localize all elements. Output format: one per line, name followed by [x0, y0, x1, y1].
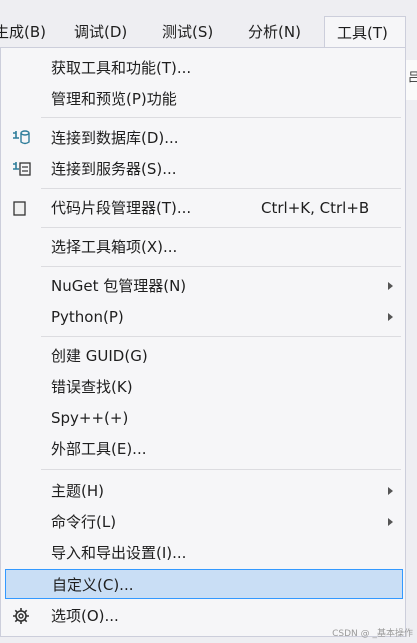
- menu-item-error-lookup[interactable]: 错误查找(K): [5, 372, 403, 402]
- menu-separator: [41, 336, 401, 337]
- menu-item-import-export[interactable]: 导入和导出设置(I)...: [5, 538, 403, 568]
- menu-item-external-tools[interactable]: 外部工具(E)...: [5, 434, 403, 464]
- tools-dropdown-menu: 获取工具和功能(T)... 管理和预览(P)功能 连接到数据库(D)... 连接…: [0, 47, 406, 637]
- menu-item-label: 连接到服务器(S)...: [51, 160, 177, 178]
- menu-item-get-tools[interactable]: 获取工具和功能(T)...: [5, 53, 403, 83]
- menu-item-connect-database[interactable]: 连接到数据库(D)...: [5, 123, 403, 153]
- menu-tools[interactable]: 工具(T): [324, 16, 406, 48]
- server-connect-icon: [11, 160, 31, 178]
- menu-item-label: NuGet 包管理器(N): [51, 277, 187, 295]
- submenu-arrow-icon: [388, 518, 393, 526]
- menu-item-manage-preview[interactable]: 管理和预览(P)功能: [5, 84, 403, 114]
- menu-item-nuget[interactable]: NuGet 包管理器(N): [5, 271, 403, 301]
- menu-item-label: 连接到数据库(D)...: [51, 129, 179, 147]
- menu-item-label: 外部工具(E)...: [51, 440, 147, 458]
- menu-item-label: 导入和导出设置(I)...: [51, 544, 187, 562]
- menu-separator: [41, 117, 401, 118]
- menu-item-label: 错误查找(K): [51, 378, 133, 396]
- menu-item-label: 自定义(C)...: [52, 576, 134, 594]
- menu-item-label: 主题(H): [51, 482, 104, 500]
- menu-item-snippet-manager[interactable]: 代码片段管理器(T)... Ctrl+K, Ctrl+B: [5, 193, 403, 223]
- submenu-arrow-icon: [388, 282, 393, 290]
- menu-item-shortcut: Ctrl+K, Ctrl+B: [261, 199, 370, 217]
- menu-item-label: 代码片段管理器(T)...: [51, 199, 192, 217]
- database-connect-icon: [11, 129, 31, 147]
- gear-icon: [11, 607, 31, 625]
- menu-separator: [41, 188, 401, 189]
- menu-test[interactable]: 测试(S): [162, 16, 213, 48]
- menu-item-label: 选择工具箱项(X)...: [51, 238, 178, 256]
- menu-separator: [41, 266, 401, 267]
- submenu-arrow-icon: [388, 487, 393, 495]
- menu-item-label: 选项(O)...: [51, 607, 119, 625]
- background-glyph: 吕: [408, 70, 417, 84]
- menu-debug[interactable]: 调试(D): [74, 16, 127, 48]
- menu-item-command-line[interactable]: 命令行(L): [5, 507, 403, 537]
- menu-item-customize[interactable]: 自定义(C)...: [5, 569, 403, 599]
- submenu-arrow-icon: [388, 313, 393, 321]
- menu-item-label: 创建 GUID(G): [51, 347, 148, 365]
- menu-build[interactable]: 生成(B): [0, 16, 46, 48]
- menu-item-label: Python(P): [51, 308, 124, 326]
- menu-item-create-guid[interactable]: 创建 GUID(G): [5, 341, 403, 371]
- menu-item-python[interactable]: Python(P): [5, 302, 403, 332]
- menu-separator: [41, 469, 401, 470]
- menu-item-label: 获取工具和功能(T)...: [51, 59, 192, 77]
- menu-bar: 生成(B) 调试(D) 测试(S) 分析(N) 工具(T): [0, 16, 417, 48]
- menu-separator: [41, 227, 401, 228]
- menu-item-label: Spy++(+): [51, 409, 129, 427]
- menu-analyze[interactable]: 分析(N): [248, 16, 301, 48]
- menu-item-label: 命令行(L): [51, 513, 117, 531]
- menu-item-choose-toolbox[interactable]: 选择工具箱项(X)...: [5, 232, 403, 262]
- menu-item-theme[interactable]: 主题(H): [5, 476, 403, 506]
- watermark: CSDN @ _基本操作: [332, 629, 413, 639]
- background-window-edge: 吕: [405, 60, 417, 100]
- snippet-icon: [11, 199, 31, 217]
- menu-item-spy[interactable]: Spy++(+): [5, 403, 403, 433]
- menu-item-label: 管理和预览(P)功能: [51, 90, 177, 108]
- menu-item-connect-server[interactable]: 连接到服务器(S)...: [5, 154, 403, 184]
